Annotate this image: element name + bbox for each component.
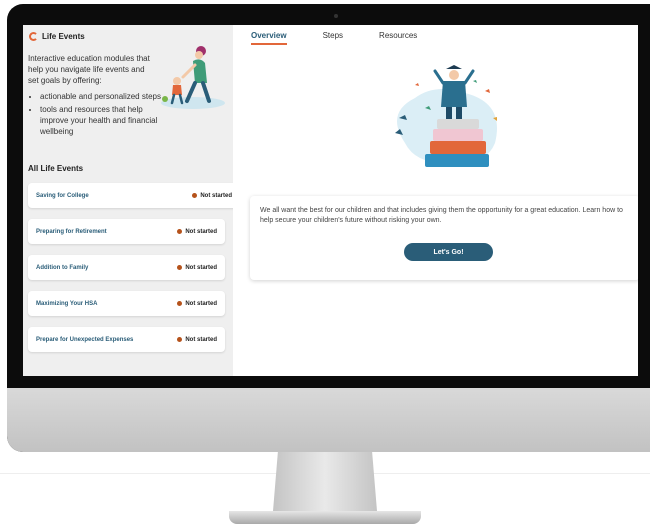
main-panel: Overview Steps Resources We all want the… xyxy=(233,25,638,376)
status-dot-icon xyxy=(192,193,198,198)
app-screen: Life Events Interactive education module… xyxy=(23,25,638,376)
sidebar-title: Life Events xyxy=(42,32,85,41)
monitor-chin xyxy=(7,388,650,452)
overview-card: We all want the best for our children an… xyxy=(250,196,638,280)
status-badge: Not started xyxy=(177,301,217,307)
life-event-saving-for-college[interactable]: Saving for College Not started xyxy=(28,183,240,208)
status-dot-icon xyxy=(177,265,183,270)
tab-steps[interactable]: Steps xyxy=(323,31,343,45)
graduate-on-books-illustration-icon xyxy=(395,65,497,167)
tab-bar: Overview Steps Resources xyxy=(251,31,417,45)
status-text: Not started xyxy=(185,300,217,307)
life-event-label: Prepare for Unexpected Expenses xyxy=(36,336,134,343)
life-event-maximizing-your-hsa[interactable]: Maximizing Your HSA Not started xyxy=(28,291,225,316)
benefit-item: tools and resources that help improve yo… xyxy=(40,104,168,137)
family-walking-illustration-icon xyxy=(161,46,225,109)
sidebar: Life Events Interactive education module… xyxy=(23,25,240,376)
tab-resources[interactable]: Resources xyxy=(379,31,417,45)
status-badge: Not started xyxy=(177,229,217,235)
life-event-addition-to-family[interactable]: Addition to Family Not started xyxy=(28,255,225,280)
benefit-item: actionable and personalized steps xyxy=(40,91,168,102)
tab-overview[interactable]: Overview xyxy=(251,31,287,45)
life-event-prepare-for-unexpected-expenses[interactable]: Prepare for Unexpected Expenses Not star… xyxy=(28,327,225,352)
status-text: Not started xyxy=(185,264,217,271)
status-badge: Not started xyxy=(192,193,232,199)
life-event-label: Preparing for Retirement xyxy=(36,228,107,235)
status-text: Not started xyxy=(185,336,217,343)
life-event-label: Saving for College xyxy=(36,192,89,199)
life-event-label: Addition to Family xyxy=(36,264,89,271)
status-dot-icon xyxy=(177,301,183,306)
life-event-preparing-for-retirement[interactable]: Preparing for Retirement Not started xyxy=(28,219,225,244)
status-badge: Not started xyxy=(177,265,217,271)
life-events-logo-icon xyxy=(29,32,38,41)
monitor-stand xyxy=(272,452,378,512)
all-life-events-heading: All Life Events xyxy=(28,164,84,173)
benefit-list: actionable and personalized steps tools … xyxy=(28,91,168,139)
camera-icon xyxy=(334,14,338,18)
overview-description: We all want the best for our children an… xyxy=(260,207,623,224)
life-event-label: Maximizing Your HSA xyxy=(36,300,98,307)
status-text: Not started xyxy=(200,192,232,199)
intro-text: Interactive education modules that help … xyxy=(28,54,150,85)
monitor-stand-base xyxy=(229,511,421,524)
status-dot-icon xyxy=(177,229,183,234)
lets-go-button[interactable]: Let's Go! xyxy=(404,243,493,261)
status-dot-icon xyxy=(177,337,183,342)
brand: Life Events xyxy=(29,32,85,41)
status-badge: Not started xyxy=(177,337,217,343)
status-text: Not started xyxy=(185,228,217,235)
